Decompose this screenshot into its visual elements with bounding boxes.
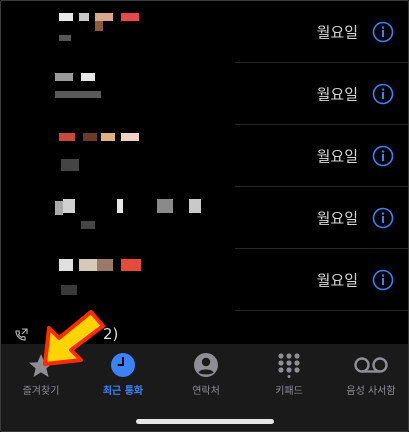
blurred-subtitle <box>55 91 101 98</box>
tab-contacts[interactable]: 연락처 <box>166 344 246 406</box>
tab-keypad[interactable]: 키패드 <box>249 344 329 406</box>
blurred-name <box>59 259 73 271</box>
blurred-name <box>55 201 63 215</box>
call-day: 월요일 <box>316 23 358 42</box>
home-indicator[interactable] <box>136 419 274 424</box>
blurred-name <box>59 133 75 141</box>
blurred-subtitle <box>61 285 77 295</box>
tab-voicemail[interactable]: 음성 사서함 <box>331 344 408 406</box>
blurred-name <box>81 73 95 81</box>
info-icon[interactable] <box>372 269 394 291</box>
outgoing-call-icon <box>15 328 28 341</box>
keypad-icon <box>278 353 300 378</box>
person-circle-icon <box>194 353 218 377</box>
list-item[interactable]: 월요일 <box>1 125 408 187</box>
voicemail-icon <box>354 357 388 373</box>
phone-recents-screen: 월요일 월요일 월요일 월요일 월요일 2) 즐겨찾기 최근 통화 연락처 키패… <box>0 0 409 432</box>
blurred-name <box>79 259 97 271</box>
blurred-name <box>95 21 103 31</box>
clock-icon <box>111 353 135 377</box>
info-icon[interactable] <box>372 145 394 167</box>
call-day: 월요일 <box>316 85 358 104</box>
blurred-name <box>117 199 123 213</box>
blurred-subtitle <box>81 221 95 229</box>
call-day: 월요일 <box>316 147 358 166</box>
call-day: 월요일 <box>316 271 358 290</box>
blurred-name <box>97 259 113 271</box>
annotation-arrow-icon <box>43 310 105 366</box>
blurred-name <box>95 13 113 21</box>
blurred-name <box>55 73 73 81</box>
blurred-name <box>121 259 141 271</box>
blurred-name <box>121 133 139 141</box>
info-icon[interactable] <box>372 207 394 229</box>
blurred-name <box>83 133 97 141</box>
blurred-subtitle <box>59 35 71 41</box>
list-item[interactable]: 월요일 <box>1 63 408 125</box>
list-item[interactable]: 월요일 <box>1 249 408 311</box>
info-icon[interactable] <box>372 21 394 43</box>
call-day: 월요일 <box>316 209 358 228</box>
blurred-name <box>121 13 139 21</box>
blurred-name <box>157 199 173 213</box>
blurred-subtitle <box>61 159 79 171</box>
blurred-name <box>59 13 73 21</box>
list-item[interactable]: 월요일 <box>1 1 408 63</box>
blurred-name <box>189 199 201 213</box>
blurred-name <box>79 13 89 21</box>
blurred-name <box>101 133 115 141</box>
blurred-name <box>63 199 75 213</box>
list-item[interactable]: 월요일 <box>1 187 408 249</box>
info-icon[interactable] <box>372 83 394 105</box>
